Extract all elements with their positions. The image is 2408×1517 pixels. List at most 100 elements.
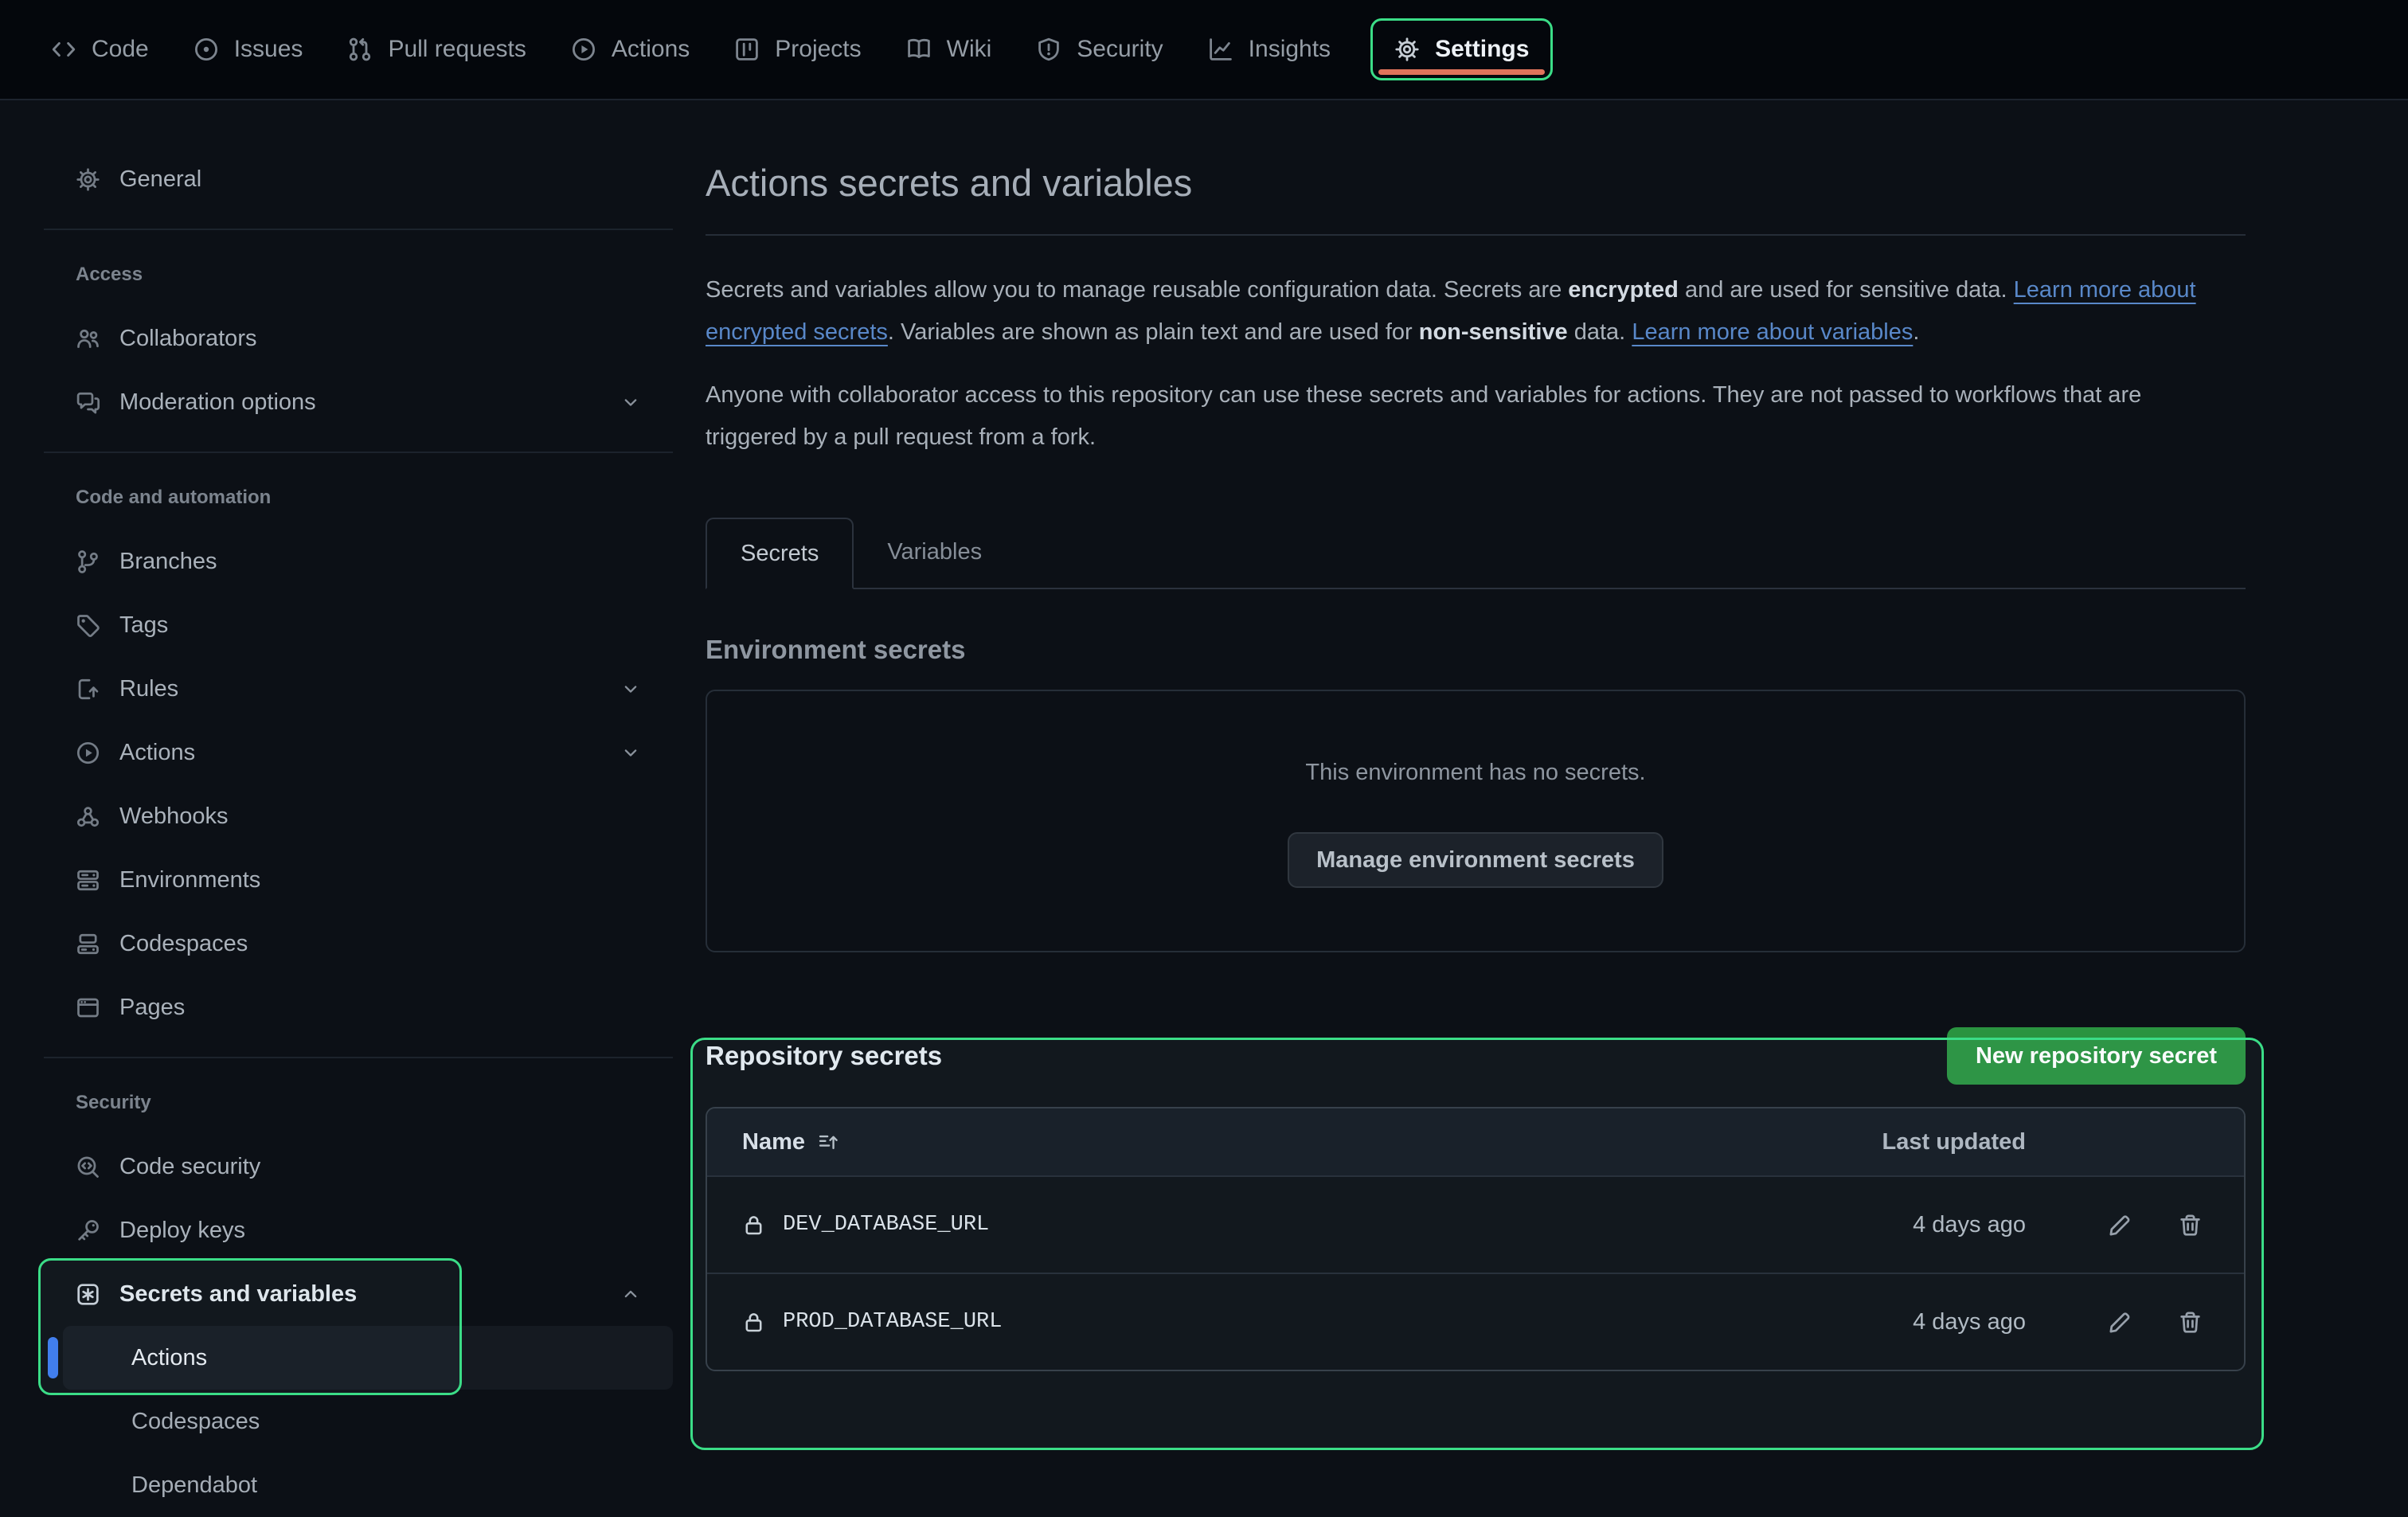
nav-tab-actions[interactable]: Actions	[566, 28, 694, 71]
sidebar-divider	[44, 452, 673, 453]
nav-tab-pull-requests[interactable]: Pull requests	[342, 28, 530, 71]
edit-secret-button[interactable]	[2107, 1310, 2132, 1335]
nav-tab-issues[interactable]: Issues	[189, 28, 308, 71]
gear-icon	[1394, 37, 1420, 62]
sidebar-section-security: Security	[44, 1071, 673, 1135]
intro-text: Secrets and variables allow you to manag…	[706, 277, 1568, 303]
sidebar-section-code-and-automation: Code and automation	[44, 466, 673, 530]
intro-text: . Variables are shown as plain text and …	[888, 319, 1419, 345]
nav-tab-security[interactable]: Security	[1031, 28, 1167, 71]
secret-updated: 4 days ago	[1913, 1309, 2026, 1335]
nav-tab-wiki[interactable]: Wiki	[901, 28, 997, 71]
sidebar-item-label: Environments	[119, 867, 260, 893]
nav-label: Issues	[234, 36, 303, 63]
settings-sidebar: General Access Collaborators Moderation …	[44, 100, 673, 1517]
environment-secrets-panel: This environment has no secrets. Manage …	[706, 690, 2246, 952]
column-header-last-updated: Last updated	[1882, 1129, 2026, 1155]
sidebar-item-label: Moderation options	[119, 389, 316, 416]
column-header-name[interactable]: Name	[707, 1129, 1691, 1155]
chevron-down-icon	[620, 742, 641, 763]
delete-secret-button[interactable]	[2178, 1213, 2203, 1237]
nav-tab-code[interactable]: Code	[46, 28, 154, 71]
nav-tab-settings[interactable]: Settings	[1370, 18, 1553, 80]
secret-updated: 4 days ago	[1913, 1212, 2026, 1238]
graph-icon	[1208, 37, 1233, 62]
sidebar-item-codespaces[interactable]: Codespaces	[44, 912, 673, 975]
sidebar-item-rules[interactable]: Rules	[44, 657, 673, 721]
sidebar-subitem-dependabot[interactable]: Dependabot	[63, 1453, 673, 1517]
sidebar-item-general[interactable]: General	[44, 147, 673, 211]
sidebar-item-deploy-keys[interactable]: Deploy keys	[44, 1198, 673, 1262]
codespaces-icon	[76, 932, 100, 956]
comment-discussion-icon	[76, 390, 100, 415]
rules-icon	[76, 677, 100, 702]
sidebar-subitem-label: Dependabot	[131, 1472, 257, 1499]
link-learn-variables[interactable]: Learn more about variables	[1632, 319, 1913, 345]
sidebar-item-environments[interactable]: Environments	[44, 848, 673, 912]
key-icon	[76, 1218, 100, 1243]
collaborator-access-note: Anyone with collaborator access to this …	[706, 374, 2226, 459]
sidebar-subitem-codespaces[interactable]: Codespaces	[63, 1390, 673, 1453]
code-scan-icon	[76, 1155, 100, 1179]
delete-secret-button[interactable]	[2178, 1310, 2203, 1335]
intro-text: .	[1913, 319, 1919, 345]
nav-label: Wiki	[947, 36, 992, 63]
sidebar-item-label: Code security	[119, 1154, 260, 1180]
nav-tab-insights[interactable]: Insights	[1203, 28, 1335, 71]
sidebar-subitem-label: Codespaces	[131, 1409, 260, 1435]
sidebar-item-collaborators[interactable]: Collaborators	[44, 307, 673, 370]
table-header-row: Name Last updated	[707, 1108, 2244, 1175]
sidebar-item-moderation-options[interactable]: Moderation options	[44, 370, 673, 434]
nav-label: Insights	[1249, 36, 1331, 63]
edit-secret-button[interactable]	[2107, 1213, 2132, 1237]
nav-label: Settings	[1435, 36, 1529, 63]
sidebar-divider	[44, 1057, 673, 1058]
project-board-icon	[734, 37, 760, 62]
repo-tab-bar: Code Issues Pull requests Actions Projec…	[0, 0, 2408, 100]
sidebar-item-label: Pages	[119, 995, 185, 1021]
nav-label: Projects	[775, 36, 861, 63]
nav-label: Pull requests	[388, 36, 526, 63]
nav-tab-projects[interactable]: Projects	[729, 28, 866, 71]
row-actions	[2026, 1310, 2244, 1335]
lock-icon	[742, 1214, 765, 1237]
sidebar-item-actions[interactable]: Actions	[44, 721, 673, 784]
gear-icon	[76, 167, 100, 192]
sidebar-item-pages[interactable]: Pages	[44, 975, 673, 1039]
sidebar-item-code-security[interactable]: Code security	[44, 1135, 673, 1198]
settings-content: Actions secrets and variables Secrets an…	[706, 100, 2246, 1371]
sidebar-item-label: Branches	[119, 549, 217, 575]
browser-icon	[76, 995, 100, 1020]
sidebar-item-branches[interactable]: Branches	[44, 530, 673, 593]
manage-environment-secrets-button[interactable]: Manage environment secrets	[1288, 832, 1663, 888]
sidebar-item-tags[interactable]: Tags	[44, 593, 673, 657]
chevron-down-icon	[620, 678, 641, 699]
sidebar-item-secrets-and-variables[interactable]: Secrets and variables	[44, 1262, 673, 1326]
people-icon	[76, 326, 100, 351]
sidebar-item-label: General	[119, 166, 201, 193]
environment-secrets-heading: Environment secrets	[706, 634, 2246, 666]
sidebar-subitem-actions[interactable]: Actions	[63, 1326, 673, 1390]
repository-secrets-heading: Repository secrets	[706, 1041, 942, 1071]
environment-empty-message: This environment has no secrets.	[1305, 760, 1645, 786]
book-icon	[906, 37, 932, 62]
intro-bold-encrypted: encrypted	[1568, 277, 1679, 303]
page-title: Actions secrets and variables	[706, 161, 2246, 205]
tab-secrets[interactable]: Secrets	[706, 518, 854, 589]
chevron-up-icon	[620, 1284, 641, 1304]
table-row: DEV_DATABASE_URL 4 days ago	[707, 1175, 2244, 1273]
repository-secrets-table: Name Last updated DEV_DATABASE_URL 4 day…	[706, 1107, 2246, 1371]
sidebar-item-label: Secrets and variables	[119, 1281, 357, 1308]
sidebar-item-webhooks[interactable]: Webhooks	[44, 784, 673, 848]
sidebar-item-label: Actions	[119, 740, 195, 766]
new-repository-secret-button[interactable]: New repository secret	[1947, 1027, 2246, 1085]
intro-text: and are used for sensitive data.	[1679, 277, 2014, 303]
tab-variables[interactable]: Variables	[854, 516, 1015, 588]
title-divider	[706, 234, 2246, 236]
sidebar-item-label: Collaborators	[119, 326, 256, 352]
sidebar-item-label: Webhooks	[119, 803, 229, 830]
server-icon	[76, 868, 100, 893]
name-header-label: Name	[742, 1129, 805, 1155]
secret-name-cell: PROD_DATABASE_URL	[707, 1310, 1691, 1334]
lock-icon	[742, 1311, 765, 1334]
